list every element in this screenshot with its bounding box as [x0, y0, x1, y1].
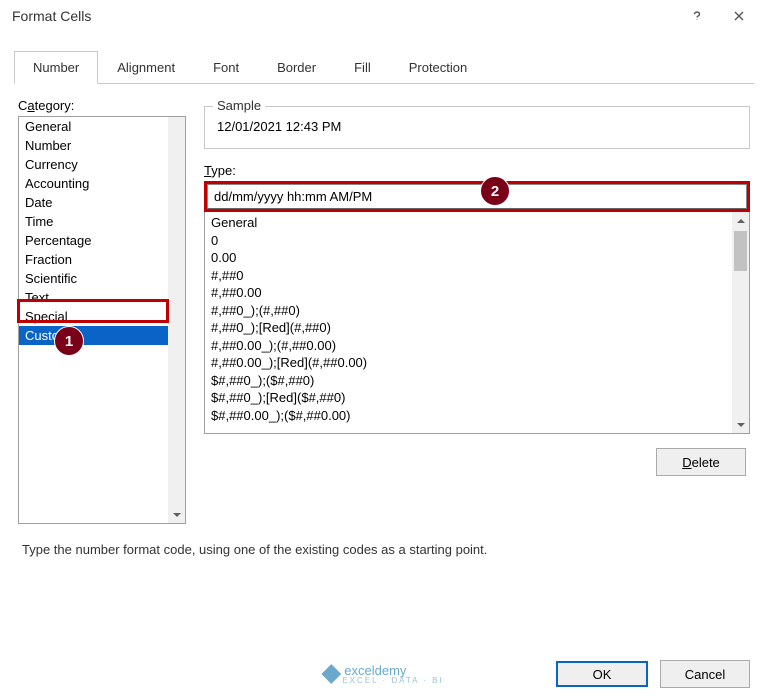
dialog-title: Format Cells — [12, 8, 676, 24]
type-option[interactable]: #,##0.00_);(#,##0.00) — [211, 337, 726, 355]
logo-icon — [321, 664, 341, 684]
type-option[interactable]: #,##0_);[Red](#,##0) — [211, 319, 726, 337]
category-item[interactable]: Percentage — [19, 231, 185, 250]
type-option[interactable]: $#,##0_);($#,##0) — [211, 372, 726, 390]
category-item-selected[interactable]: Custom — [19, 326, 185, 345]
annotation-callout-2: 2 — [480, 176, 510, 206]
type-option[interactable]: #,##0_);(#,##0) — [211, 302, 726, 320]
category-item[interactable]: Accounting — [19, 174, 185, 193]
category-item[interactable]: Date — [19, 193, 185, 212]
dialog-content: Number Alignment Font Border Fill Protec… — [0, 32, 768, 650]
sample-label: Sample — [213, 98, 265, 113]
tab-font[interactable]: Font — [194, 51, 258, 84]
category-item[interactable]: Currency — [19, 155, 185, 174]
category-item[interactable]: Scientific — [19, 269, 185, 288]
delete-button[interactable]: Delete — [656, 448, 746, 476]
ok-button[interactable]: OK — [556, 661, 648, 687]
sample-box: Sample 12/01/2021 12:43 PM — [204, 106, 750, 149]
scroll-up-icon[interactable] — [732, 212, 749, 229]
annotation-callout-1: 1 — [54, 326, 84, 356]
type-option[interactable]: $#,##0.00_);($#,##0.00) — [211, 407, 726, 425]
type-option[interactable]: #,##0.00 — [211, 284, 726, 302]
format-details: Sample 12/01/2021 12:43 PM Type: General… — [204, 98, 750, 524]
category-item[interactable]: General — [19, 117, 185, 136]
type-input-highlight — [204, 181, 750, 212]
titlebar: Format Cells — [0, 0, 768, 32]
type-list[interactable]: General 0 0.00 #,##0 #,##0.00 #,##0_);(#… — [204, 212, 750, 434]
help-button[interactable] — [676, 2, 718, 30]
tab-alignment[interactable]: Alignment — [98, 51, 194, 84]
type-option[interactable]: $#,##0_);[Red]($#,##0) — [211, 389, 726, 407]
type-option[interactable]: #,##0.00_);[Red](#,##0.00) — [211, 354, 726, 372]
category-label: Category: — [18, 98, 186, 113]
tabstrip: Number Alignment Font Border Fill Protec… — [14, 50, 754, 84]
category-list[interactable]: General Number Currency Accounting Date … — [18, 116, 186, 524]
type-scrollbar[interactable] — [732, 212, 749, 433]
type-label: Type: — [204, 163, 750, 178]
watermark: exceldemy EXCEL · DATA · BI — [324, 664, 443, 685]
category-column: Category: General Number Currency Accoun… — [18, 98, 186, 524]
category-item[interactable]: Text — [19, 288, 185, 307]
type-input[interactable] — [207, 184, 747, 209]
tab-number[interactable]: Number — [14, 51, 98, 84]
tab-fill[interactable]: Fill — [335, 51, 390, 84]
category-item[interactable]: Fraction — [19, 250, 185, 269]
tab-protection[interactable]: Protection — [390, 51, 487, 84]
tab-border[interactable]: Border — [258, 51, 335, 84]
dialog-footer: exceldemy EXCEL · DATA · BI OK Cancel — [0, 650, 768, 698]
scroll-down-icon[interactable] — [173, 506, 181, 523]
type-option[interactable]: #,##0 — [211, 267, 726, 285]
sample-value: 12/01/2021 12:43 PM — [215, 117, 739, 136]
scroll-down-icon[interactable] — [732, 416, 749, 433]
scrollbar-thumb[interactable] — [734, 231, 747, 271]
type-option[interactable]: General — [211, 214, 726, 232]
category-item[interactable]: Time — [19, 212, 185, 231]
type-option[interactable]: 0 — [211, 232, 726, 250]
type-option[interactable]: 0.00 — [211, 249, 726, 267]
hint-text: Type the number format code, using one o… — [14, 524, 754, 557]
close-button[interactable] — [718, 2, 760, 30]
cancel-button[interactable]: Cancel — [660, 660, 750, 688]
category-scrollbar[interactable] — [168, 117, 185, 523]
category-item[interactable]: Number — [19, 136, 185, 155]
category-item[interactable]: Special — [19, 307, 185, 326]
